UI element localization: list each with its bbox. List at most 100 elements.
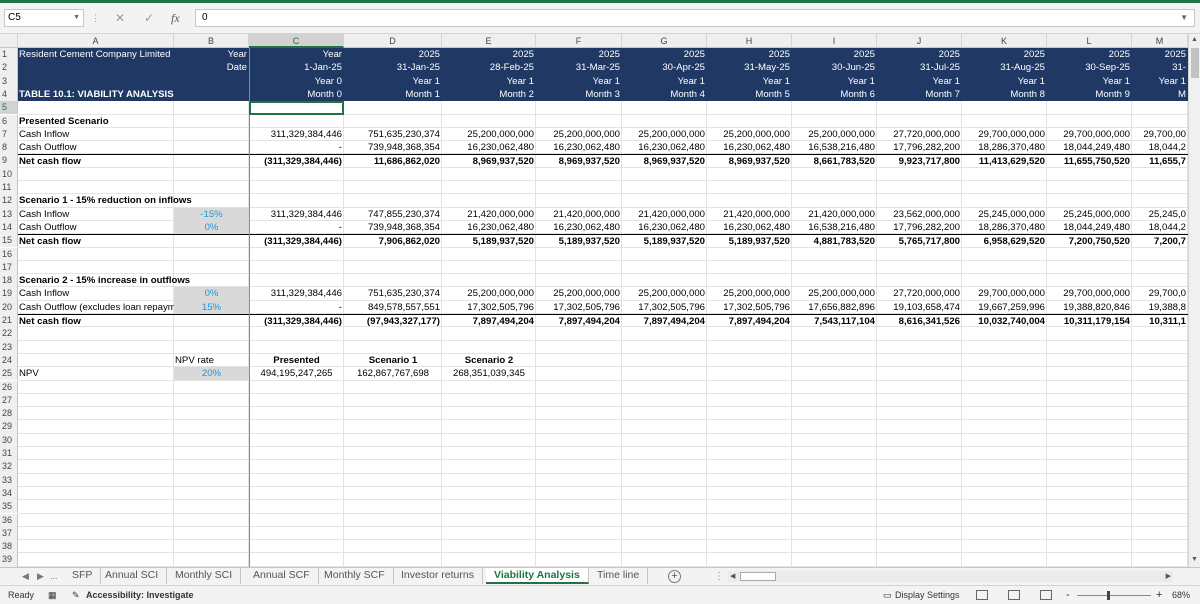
cash-inflow-value[interactable]: 25,200,000,000 <box>622 128 707 141</box>
display-settings-button[interactable]: Display Settings <box>895 586 960 604</box>
cash-outflow-value[interactable]: 16,230,062,480 <box>707 221 792 234</box>
tab-scroll-left-icon[interactable]: ◀ <box>22 569 29 584</box>
cancel-icon[interactable]: ✕ <box>115 11 125 25</box>
cash-inflow-label[interactable]: Cash Inflow <box>18 287 174 300</box>
row-header[interactable]: 20 <box>0 300 18 314</box>
row-header[interactable]: 6 <box>0 114 18 128</box>
period-date[interactable]: 31-Mar-25 <box>536 61 622 74</box>
column-header-d[interactable]: D <box>344 34 442 48</box>
npv-scenario-header[interactable]: Scenario 1 <box>344 354 442 367</box>
cash-outflow-value[interactable]: 17,302,505,796 <box>707 301 792 314</box>
scroll-down-icon[interactable]: ▼ <box>1191 556 1198 563</box>
row-header[interactable]: 9 <box>0 154 18 168</box>
row-header[interactable]: 22 <box>0 327 18 341</box>
cash-inflow-value[interactable]: 311,329,384,446 <box>249 287 344 300</box>
period-month[interactable]: Month 4 <box>622 88 707 101</box>
row-header[interactable]: 36 <box>0 513 18 527</box>
cash-outflow-value[interactable]: 16,230,062,480 <box>442 141 536 154</box>
outflow-adjustment-input[interactable]: 15% <box>174 300 249 314</box>
net-cash-flow-value[interactable]: 5,765,717,800 <box>877 234 962 247</box>
net-cash-flow-value[interactable]: 8,969,937,520 <box>707 154 792 167</box>
period-date[interactable]: 30-Sep-25 <box>1047 61 1132 74</box>
row-header[interactable]: 34 <box>0 486 18 501</box>
cell[interactable] <box>174 234 249 247</box>
cash-outflow-value[interactable]: - <box>249 221 344 234</box>
cash-inflow-label[interactable]: Cash Inflow <box>18 208 174 221</box>
net-cash-flow-value[interactable]: 4,881,783,520 <box>792 234 877 247</box>
cash-inflow-value[interactable]: 25,200,000,000 <box>442 128 536 141</box>
cash-inflow-value[interactable]: 25,245,000,000 <box>1047 208 1132 221</box>
row-header[interactable]: 17 <box>0 260 18 275</box>
column-header-c[interactable]: C <box>249 34 344 48</box>
period-year-index[interactable]: Year 1 <box>792 75 877 88</box>
net-cash-flow-value[interactable]: 7,897,494,204 <box>622 314 707 327</box>
period-month[interactable]: Month 2 <box>442 88 536 101</box>
cash-inflow-value[interactable]: 25,245,0 <box>1132 208 1188 221</box>
column-header-l[interactable]: L <box>1047 34 1132 48</box>
cash-outflow-value[interactable]: 16,230,062,480 <box>536 221 622 234</box>
period-year[interactable]: 2025 <box>877 48 962 61</box>
net-cash-flow-value[interactable]: 8,969,937,520 <box>442 154 536 167</box>
hscroll-thumb[interactable] <box>740 572 776 581</box>
period-year[interactable]: 2025 <box>792 48 877 61</box>
column-header-m[interactable]: M <box>1132 34 1188 48</box>
sheet-tab-investor-returns[interactable]: Investor returns <box>393 568 483 584</box>
row-header[interactable]: 31 <box>0 447 18 461</box>
row-header[interactable]: 16 <box>0 247 18 261</box>
cash-inflow-value[interactable]: 747,855,230,374 <box>344 208 442 221</box>
cash-inflow-value[interactable]: 21,420,000,000 <box>792 208 877 221</box>
date-label[interactable]: Date <box>174 61 249 74</box>
column-header-h[interactable]: H <box>707 34 792 48</box>
column-header-g[interactable]: G <box>622 34 707 48</box>
net-cash-flow-value[interactable]: 8,969,937,520 <box>622 154 707 167</box>
period-date[interactable]: 31-Jul-25 <box>877 61 962 74</box>
cash-outflow-label[interactable]: Cash Outflow (excludes loan repaym <box>18 301 174 314</box>
cash-inflow-value[interactable]: 23,562,000,000 <box>877 208 962 221</box>
scroll-up-icon[interactable]: ▲ <box>1191 36 1198 43</box>
cash-outflow-value[interactable]: 19,103,658,474 <box>877 301 962 314</box>
cash-inflow-value[interactable]: 25,200,000,000 <box>707 287 792 300</box>
row-header[interactable]: 12 <box>0 194 18 208</box>
zoom-in-button[interactable]: + <box>1156 586 1162 604</box>
row-header[interactable]: 33 <box>0 473 18 487</box>
cash-inflow-value[interactable]: 25,200,000,000 <box>622 287 707 300</box>
add-sheet-button[interactable]: + <box>668 570 681 583</box>
cash-inflow-value[interactable]: 29,700,0 <box>1132 287 1188 300</box>
period-date[interactable]: 30-Apr-25 <box>622 61 707 74</box>
cash-inflow-value[interactable]: 21,420,000,000 <box>707 208 792 221</box>
row-header[interactable]: 10 <box>0 167 18 181</box>
period-year[interactable]: 2025 <box>962 48 1047 61</box>
sheet-tab-monthly-sci[interactable]: Monthly SCI <box>167 568 242 584</box>
net-cash-flow-value[interactable]: (311,329,384,446) <box>249 234 344 247</box>
period-year-index[interactable]: Year 1 <box>707 75 792 88</box>
period-date[interactable]: 30-Jun-25 <box>792 61 877 74</box>
cash-inflow-value[interactable]: 29,700,000,000 <box>1047 287 1132 300</box>
cash-outflow-value[interactable]: 16,538,216,480 <box>792 221 877 234</box>
period-date[interactable]: 31-May-25 <box>707 61 792 74</box>
row-header[interactable]: 1 <box>0 48 18 62</box>
period-month[interactable]: Month 7 <box>877 88 962 101</box>
table-title[interactable]: TABLE 10.1: VIABILITY ANALYSIS <box>18 88 249 101</box>
cash-inflow-value[interactable]: 751,635,230,374 <box>344 287 442 300</box>
net-cash-flow-value[interactable]: 11,655,7 <box>1132 154 1188 167</box>
row-header[interactable]: 26 <box>0 380 18 394</box>
net-cash-flow-value[interactable]: 5,189,937,520 <box>536 234 622 247</box>
macro-record-icon[interactable]: ▦ <box>48 586 57 604</box>
net-cash-flow-value[interactable]: 5,189,937,520 <box>707 234 792 247</box>
sheet-tab-viability-analysis[interactable]: Viability Analysis <box>486 568 589 584</box>
expand-formula-icon[interactable]: ▼ <box>1180 10 1188 26</box>
cash-inflow-value[interactable]: 29,700,000,000 <box>1047 128 1132 141</box>
period-date[interactable]: 31- <box>1132 61 1188 74</box>
period-year-index[interactable]: Year 1 <box>1047 75 1132 88</box>
net-cash-flow-value[interactable]: 7,897,494,204 <box>707 314 792 327</box>
vertical-scrollbar[interactable]: ▲ ▼ <box>1188 34 1200 567</box>
cash-inflow-value[interactable]: 25,200,000,000 <box>707 128 792 141</box>
period-date[interactable]: 31-Aug-25 <box>962 61 1047 74</box>
cash-inflow-value[interactable]: 27,720,000,000 <box>877 128 962 141</box>
cash-outflow-value[interactable]: 17,302,505,796 <box>442 301 536 314</box>
select-all-corner[interactable] <box>0 34 18 48</box>
cash-outflow-value[interactable]: 17,302,505,796 <box>622 301 707 314</box>
chevron-down-icon[interactable]: ▼ <box>73 10 80 26</box>
sheet-tab-annual-sci[interactable]: Annual SCI <box>97 568 168 584</box>
row-header[interactable]: 13 <box>0 207 18 221</box>
